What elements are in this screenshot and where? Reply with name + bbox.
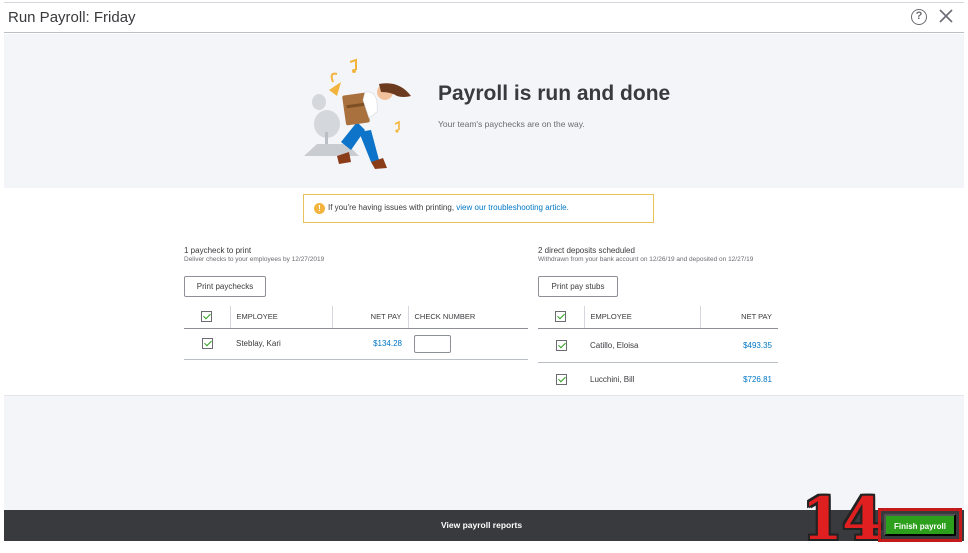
deposits-subheading: Withdrawn from your bank account on 12/2… [538, 256, 754, 263]
employee-name: Lucchini, Bill [584, 362, 700, 397]
deposits-heading: 2 direct deposits scheduled [538, 246, 635, 255]
net-pay-amount[interactable]: $134.28 [332, 328, 408, 360]
print-paychecks-button[interactable]: Print paychecks [184, 276, 266, 297]
select-all-checkbox[interactable] [555, 311, 567, 323]
paychecks-panel: 1 paycheck to print Deliver checks to yo… [184, 246, 528, 366]
employee-name: Steblay, Kari [230, 328, 332, 360]
select-all-checkbox-cell [538, 306, 585, 329]
success-subtext: Your team's paychecks are on the way. [438, 119, 585, 129]
check-number-cell [408, 328, 528, 360]
employee-column-header: EMPLOYEE [584, 306, 701, 329]
notice-message: If you're having issues with printing, v… [328, 203, 569, 212]
net-pay-column-header: NET PAY [332, 306, 409, 329]
row-checkbox[interactable] [555, 339, 567, 351]
payroll-dialog: Run Payroll: Friday ? Payroll is run and… [0, 0, 968, 551]
net-pay-amount[interactable]: $493.35 [700, 328, 778, 363]
warning-icon: ! [314, 203, 325, 214]
row-checkbox-cell [538, 362, 584, 397]
paychecks-heading: 1 paycheck to print [184, 246, 252, 255]
success-heading: Payroll is run and done [438, 82, 671, 105]
deposits-table: EMPLOYEE NET PAY Catillo, Eloisa $493.35… [538, 306, 778, 397]
row-checkbox-cell [538, 328, 584, 363]
table-row: Lucchini, Bill $726.81 [538, 362, 778, 397]
printing-notice: ! If you're having issues with printing,… [303, 194, 654, 223]
notice-text: If you're having issues with printing, [328, 203, 455, 212]
dialog-title: Run Payroll: Friday [8, 9, 136, 26]
employee-name: Catillo, Eloisa [584, 328, 700, 363]
row-checkbox[interactable] [555, 373, 567, 385]
dialog-header: Run Payroll: Friday ? [4, 2, 964, 33]
check-number-column-header: CHECK NUMBER [408, 306, 528, 329]
close-icon[interactable] [936, 6, 956, 26]
net-pay-amount[interactable]: $726.81 [700, 362, 778, 397]
paychecks-table: EMPLOYEE NET PAY CHECK NUMBER Steblay, K… [184, 306, 528, 360]
row-checkbox-cell [184, 328, 230, 360]
finish-button-highlight: Finish payroll [878, 508, 962, 542]
paychecks-subheading: Deliver checks to your employees by 12/2… [184, 256, 325, 263]
deposits-panel: 2 direct deposits scheduled Withdrawn fr… [538, 246, 778, 397]
delivery-person-illustration [304, 58, 411, 169]
select-all-checkbox[interactable] [201, 311, 213, 323]
finish-payroll-button[interactable]: Finish payroll [884, 514, 956, 536]
success-banner: Payroll is run and done Your team's payc… [4, 34, 964, 188]
net-pay-column-header: NET PAY [700, 306, 778, 329]
view-payroll-reports-link[interactable]: View payroll reports [441, 520, 522, 530]
check-number-input[interactable] [414, 334, 451, 353]
help-icon[interactable]: ? [911, 9, 927, 25]
troubleshooting-link[interactable]: view our troubleshooting article. [456, 203, 569, 212]
print-pay-stubs-button[interactable]: Print pay stubs [538, 276, 618, 297]
row-checkbox[interactable] [201, 338, 213, 349]
select-all-checkbox-cell [184, 306, 231, 329]
employee-column-header: EMPLOYEE [230, 306, 333, 329]
table-row: Steblay, Kari $134.28 [184, 328, 528, 360]
table-row: Catillo, Eloisa $493.35 [538, 328, 778, 363]
step-number-callout: 14 [802, 485, 883, 553]
